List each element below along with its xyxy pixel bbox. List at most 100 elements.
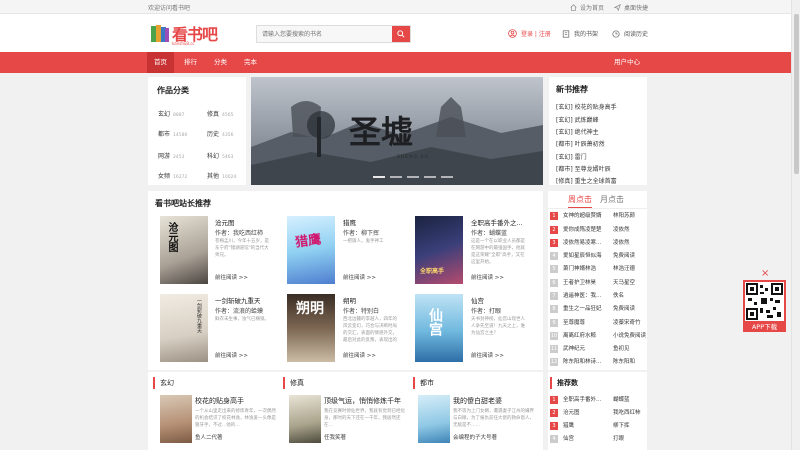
book-title[interactable]: 全职高手番外之... <box>471 217 523 227</box>
book-cover[interactable]: 一剑斩破九重天 <box>160 294 208 362</box>
new-book-item[interactable]: [都市] 至尊龙婿叶辰 <box>556 164 611 173</box>
book-title[interactable]: 校花的贴身高手 <box>195 396 244 406</box>
rank-item[interactable]: 1 女神的超级赘婿 林阳苏颜 <box>550 211 645 221</box>
book-cover[interactable]: 朔明 <box>287 294 335 362</box>
rank-title[interactable]: 王者护卫林昊 <box>563 278 613 286</box>
book-title[interactable]: 顶级气运，悄悄修炼千年 <box>324 396 401 406</box>
desktop-shortcut-link[interactable]: 桌面快捷 <box>614 3 648 12</box>
rank-title[interactable]: 离离红府水鲸 <box>563 331 613 339</box>
section-title-xuanhuan[interactable]: 玄幻 <box>153 377 174 389</box>
rank-item[interactable]: 7 逍遥神医：我... 佚名 <box>550 291 645 301</box>
book-cover[interactable] <box>289 395 321 443</box>
tab-week-click[interactable]: 周点击 <box>568 194 592 208</box>
new-book-item[interactable]: [玄幻] 武炼巅峰 <box>556 115 599 124</box>
search-input[interactable] <box>257 26 393 42</box>
book-title[interactable]: 猎鹰 <box>343 217 356 227</box>
new-book-item[interactable]: [修真] 重生之全球首富 <box>556 176 617 185</box>
app-download-widget[interactable]: × APP下载 <box>743 268 786 332</box>
scrollbar-thumb[interactable] <box>794 14 799 174</box>
book-title[interactable]: 朔明 <box>343 295 356 305</box>
rank-item[interactable]: 6 王者护卫林昊 天马星空 <box>550 278 645 288</box>
site-logo[interactable]: 看书吧 kanshu8.cc <box>150 19 220 49</box>
side-recommend-item[interactable]: 3 猎鹰 柳下挥 <box>550 421 645 431</box>
rank-title[interactable]: 武神纪元 <box>563 344 613 352</box>
side-recommend-title-text[interactable]: 仙宫 <box>563 434 613 442</box>
book-cover[interactable]: 仙宫 <box>415 294 463 362</box>
read-more-link[interactable]: 前往阅读 >> <box>343 273 376 281</box>
category-kehuan[interactable]: 科幻 5463 <box>207 151 233 160</box>
book-cover[interactable]: 猎鹰 <box>287 216 335 284</box>
read-more-link[interactable]: 前往阅读 >> <box>471 351 504 359</box>
rank-title[interactable]: 逍遥神医：我... <box>563 291 613 299</box>
nav-rank[interactable]: 排行 <box>178 52 203 73</box>
book-cover[interactable]: 全职高手 <box>415 216 463 284</box>
side-recommend-title-text[interactable]: 猎鹰 <box>563 421 613 429</box>
rank-title[interactable]: 陈东阳和林诗... <box>563 357 613 365</box>
book-cover[interactable] <box>418 395 450 443</box>
nav-user-center[interactable]: 用户中心 <box>610 52 644 73</box>
read-more-link[interactable]: 前往阅读 >> <box>215 273 248 281</box>
category-qita[interactable]: 其他 10024 <box>207 171 236 180</box>
new-book-item[interactable]: [玄幻] 雷门 <box>556 152 587 161</box>
rank-title[interactable]: 女神的超级赘婿 <box>563 211 613 219</box>
banner-dot[interactable] <box>373 176 385 178</box>
rank-item[interactable]: 5 萧门神婿林浩 林浩汪德 <box>550 264 645 274</box>
banner-dot[interactable] <box>390 176 402 178</box>
my-shelf-link[interactable]: 我的书架 <box>562 29 598 38</box>
category-xiuzhen[interactable]: 修真 4565 <box>207 109 233 118</box>
category-dushi[interactable]: 都市 14580 <box>158 129 187 138</box>
book-title[interactable]: 沧元图 <box>215 217 235 227</box>
rank-item[interactable]: 4 爱如星辰恒似海 免费阅读 <box>550 251 645 261</box>
side-recommend-item[interactable]: 2 沧元图 我吃西红柿 <box>550 408 645 418</box>
set-home-link[interactable]: 设为首页 <box>570 3 604 12</box>
nav-home[interactable]: 首页 <box>147 52 174 73</box>
nav-category[interactable]: 分类 <box>208 52 233 73</box>
book-cover[interactable]: 沧元图 <box>160 216 208 284</box>
rank-item[interactable]: 11 武神纪元 鱼初见 <box>550 344 645 354</box>
banner-dot[interactable] <box>424 176 436 178</box>
book-cover[interactable] <box>160 395 192 443</box>
search-button[interactable] <box>392 26 410 42</box>
nav-finished[interactable]: 完本 <box>238 52 263 73</box>
side-recommend-item[interactable]: 1 全职高手番外... 蝴蝶蓝 <box>550 395 645 405</box>
rank-title[interactable]: 爱如星辰恒似海 <box>563 251 613 259</box>
side-recommend-title-text[interactable]: 沧元图 <box>563 408 613 416</box>
rank-title[interactable]: 重生之一品狂妃 <box>563 304 613 312</box>
banner-dot[interactable] <box>441 176 453 178</box>
rank-title[interactable]: 萧门神婿林浩 <box>563 264 613 272</box>
new-book-item[interactable]: [玄幻] 校花的贴身高手 <box>556 102 617 111</box>
rank-item[interactable]: 2 爱你成殇凌楚楚 凌依然 <box>550 225 645 235</box>
rank-author: 林浩汪德 <box>613 266 636 272</box>
book-title[interactable]: 我的傻白甜老婆 <box>453 396 502 406</box>
side-recommend-item[interactable]: 4 仙宫 打眼 <box>550 434 645 444</box>
category-xuanhuan[interactable]: 玄幻 8887 <box>158 109 184 118</box>
section-title-xiuzhen[interactable]: 修真 <box>283 377 304 389</box>
login-register-link[interactable]: 登录 | 注册 <box>508 29 551 38</box>
rank-title[interactable]: 至尊魔尊 <box>563 318 613 326</box>
read-more-link[interactable]: 前往阅读 >> <box>215 351 248 359</box>
new-book-item[interactable]: [玄幻] 绝代神主 <box>556 127 599 136</box>
tab-month-click[interactable]: 月点击 <box>600 194 624 205</box>
rank-item[interactable]: 8 重生之一品狂妃 免费阅读 <box>550 304 645 314</box>
scrollbar[interactable] <box>791 0 800 450</box>
rank-item[interactable]: 9 至尊魔尊 凌蓁宋奇竹 <box>550 318 645 328</box>
category-wangyou[interactable]: 网游 2453 <box>158 151 184 160</box>
read-more-link[interactable]: 前往阅读 >> <box>343 351 376 359</box>
banner-dot[interactable] <box>407 176 419 178</box>
close-icon[interactable]: × <box>761 268 769 279</box>
side-recommend-title-text[interactable]: 全职高手番外... <box>563 395 613 403</box>
rank-item[interactable]: 10 离离红府水鲸 小说免费阅读 <box>550 331 646 341</box>
section-title-dushi[interactable]: 都市 <box>413 377 434 389</box>
rank-title[interactable]: 凌依然易凌寒... <box>563 238 613 246</box>
read-more-link[interactable]: 前往阅读 >> <box>471 273 504 281</box>
rank-title[interactable]: 爱你成殇凌楚楚 <box>563 225 613 233</box>
category-lishi[interactable]: 历史 4356 <box>207 129 233 138</box>
reading-history-link[interactable]: 阅读历史 <box>612 29 648 38</box>
book-title[interactable]: 仙宫 <box>471 295 484 305</box>
rank-item[interactable]: 12 陈东阳和林诗... 陈东阳和 <box>550 357 645 367</box>
hero-banner[interactable]: 圣墟 SHENG XU <box>251 77 543 185</box>
book-title[interactable]: 一剑斩破九重天 <box>215 295 261 305</box>
category-nvpin[interactable]: 女频 16272 <box>158 171 187 180</box>
new-book-item[interactable]: [都市] 叶辰萧初然 <box>556 139 605 148</box>
rank-item[interactable]: 3 凌依然易凌寒... 凌依然 <box>550 238 645 248</box>
